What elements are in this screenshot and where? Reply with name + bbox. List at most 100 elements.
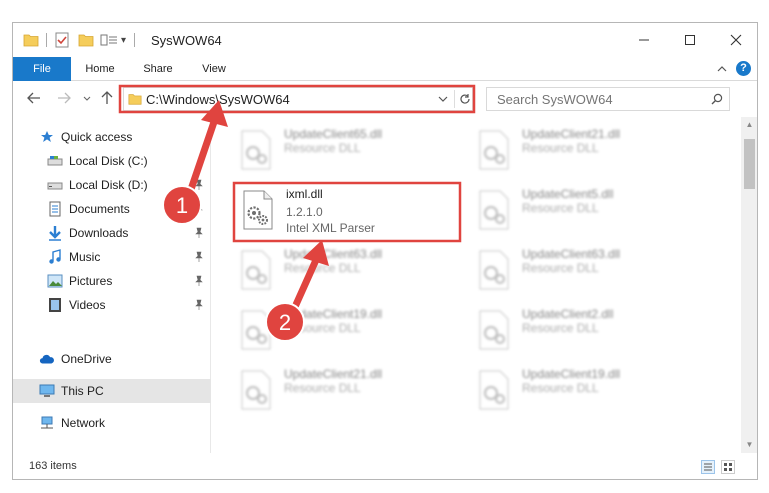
sidebar-item-videos[interactable]: Videos	[13, 293, 211, 317]
close-button[interactable]	[713, 23, 757, 57]
dll-file-icon	[479, 190, 509, 230]
forward-arrow-icon[interactable]	[57, 92, 71, 104]
file-item[interactable]: UpdateClient63.dll Resource DLL	[234, 241, 464, 297]
tiles-view-button[interactable]	[721, 460, 735, 474]
qa-customize-dropdown[interactable]: ▾	[121, 35, 126, 46]
file-item[interactable]: UpdateClient21.dll Resource DLL	[234, 361, 464, 417]
up-arrow-icon[interactable]	[101, 91, 113, 105]
file-description: Resource DLL	[284, 381, 361, 395]
pin-icon[interactable]	[193, 179, 205, 191]
scroll-down-arrow-icon[interactable]: ▼	[741, 437, 757, 453]
qa-separator	[134, 33, 136, 47]
pin-icon[interactable]	[193, 299, 205, 311]
scroll-up-arrow-icon[interactable]: ▲	[741, 117, 757, 133]
pin-icon[interactable]	[193, 251, 205, 263]
file-version: 1.2.1.0	[286, 205, 323, 219]
scroll-thumb[interactable]	[744, 139, 755, 189]
sidebar-item-label: Documents	[69, 202, 130, 216]
file-name: UpdateClient2.dll	[522, 307, 614, 321]
tab-share[interactable]: Share	[133, 57, 183, 81]
explorer-window: ▾ SysWOW64 File Home Share View ? C:\Win…	[12, 22, 758, 480]
window-title: SysWOW64	[151, 33, 222, 48]
search-input[interactable]	[487, 88, 697, 110]
file-item-ixml-dll[interactable]: ixml.dll 1.2.1.0 Intel XML Parser	[236, 181, 466, 237]
sidebar-item-local-disk-c[interactable]: Local Disk (C:)	[13, 149, 211, 173]
music-icon	[47, 249, 63, 265]
expand-ribbon-icon[interactable]	[717, 65, 727, 73]
properties-icon[interactable]	[54, 32, 70, 48]
sidebar-item-label: Local Disk (D:)	[69, 178, 148, 192]
folder-icon	[128, 94, 142, 105]
file-name: UpdateClient19.dll	[522, 367, 621, 381]
sidebar-item-quick-access[interactable]: Quick access	[13, 125, 211, 149]
file-item[interactable]: UpdateClient19.dll Resource DLL	[472, 361, 702, 417]
file-description: Resource DLL	[522, 381, 599, 395]
pin-icon[interactable]	[193, 275, 205, 287]
file-description: Resource DLL	[284, 141, 361, 155]
drive-icon	[47, 177, 63, 193]
computer-icon	[39, 383, 55, 399]
maximize-icon	[685, 35, 695, 45]
dll-file-icon	[243, 190, 273, 230]
details-view-button[interactable]	[701, 460, 715, 474]
qa-separator	[46, 33, 47, 47]
recent-locations-chevron-icon[interactable]	[83, 96, 91, 102]
sidebar-item-label: Music	[69, 250, 101, 264]
file-name: ixml.dll	[286, 187, 323, 201]
file-name: UpdateClient65.dll	[284, 127, 383, 141]
file-item[interactable]: UpdateClient2.dll Resource DLL	[472, 301, 702, 357]
rename-icon[interactable]	[100, 33, 118, 47]
dll-file-icon	[241, 250, 271, 290]
file-item[interactable]: UpdateClient19.dll Resource DLL	[234, 301, 464, 357]
maximize-button[interactable]	[667, 23, 713, 57]
sidebar-item-music[interactable]: Music	[13, 245, 211, 269]
sidebar-item-network[interactable]: Network	[13, 411, 211, 435]
dll-file-icon	[479, 310, 509, 350]
sidebar-item-local-disk-d[interactable]: Local Disk (D:)	[13, 173, 211, 197]
refresh-icon[interactable]	[459, 93, 471, 105]
address-path[interactable]: C:\Windows\SysWOW64	[146, 92, 290, 107]
new-folder-icon[interactable]	[78, 33, 94, 47]
file-item[interactable]: UpdateClient63.dll Resource DLL	[472, 241, 702, 297]
sidebar-item-label: Pictures	[69, 274, 113, 288]
tab-home[interactable]: Home	[75, 57, 125, 81]
dll-file-icon	[479, 130, 509, 170]
search-box[interactable]	[486, 87, 730, 111]
documents-icon	[47, 201, 63, 217]
address-history-chevron-icon[interactable]	[438, 96, 448, 103]
minimize-button[interactable]	[621, 23, 667, 57]
dll-file-icon	[479, 250, 509, 290]
vertical-scrollbar[interactable]: ▲ ▼	[741, 117, 757, 453]
details-view-icon	[704, 463, 712, 471]
address-bar[interactable]: C:\Windows\SysWOW64	[123, 87, 473, 111]
help-button[interactable]: ?	[736, 61, 751, 76]
back-arrow-icon[interactable]	[27, 92, 41, 104]
sidebar-item-pictures[interactable]: Pictures	[13, 269, 211, 293]
pictures-icon	[47, 273, 63, 289]
file-description: Resource DLL	[522, 321, 599, 335]
file-list: UpdateClient65.dll Resource DLL UpdateCl…	[212, 117, 741, 453]
sidebar-item-label: Videos	[69, 298, 106, 312]
file-description: Resource DLL	[284, 261, 361, 275]
sidebar-item-documents[interactable]: Documents	[13, 197, 211, 221]
file-name: UpdateClient5.dll	[522, 187, 614, 201]
folder-icon	[23, 34, 39, 47]
sidebar-item-this-pc[interactable]: This PC	[13, 379, 211, 403]
file-description: Intel XML Parser	[286, 221, 375, 235]
minimize-icon	[639, 39, 649, 41]
file-description: Resource DLL	[284, 321, 361, 335]
pin-icon[interactable]	[193, 227, 205, 239]
tiles-view-icon	[724, 463, 732, 471]
sidebar-item-onedrive[interactable]: OneDrive	[13, 347, 211, 371]
file-item[interactable]: UpdateClient65.dll Resource DLL	[234, 121, 464, 177]
sidebar-item-label: Network	[61, 416, 106, 430]
file-name: UpdateClient63.dll	[284, 247, 383, 261]
tab-file[interactable]: File	[13, 57, 71, 81]
search-icon[interactable]	[711, 93, 723, 105]
pin-icon[interactable]	[193, 203, 205, 215]
tab-view[interactable]: View	[189, 57, 239, 81]
sidebar-item-downloads[interactable]: Downloads	[13, 221, 211, 245]
file-item[interactable]: UpdateClient5.dll Resource DLL	[472, 181, 702, 237]
sidebar-item-label: Quick access	[61, 130, 133, 144]
file-item[interactable]: UpdateClient21.dll Resource DLL	[472, 121, 702, 177]
